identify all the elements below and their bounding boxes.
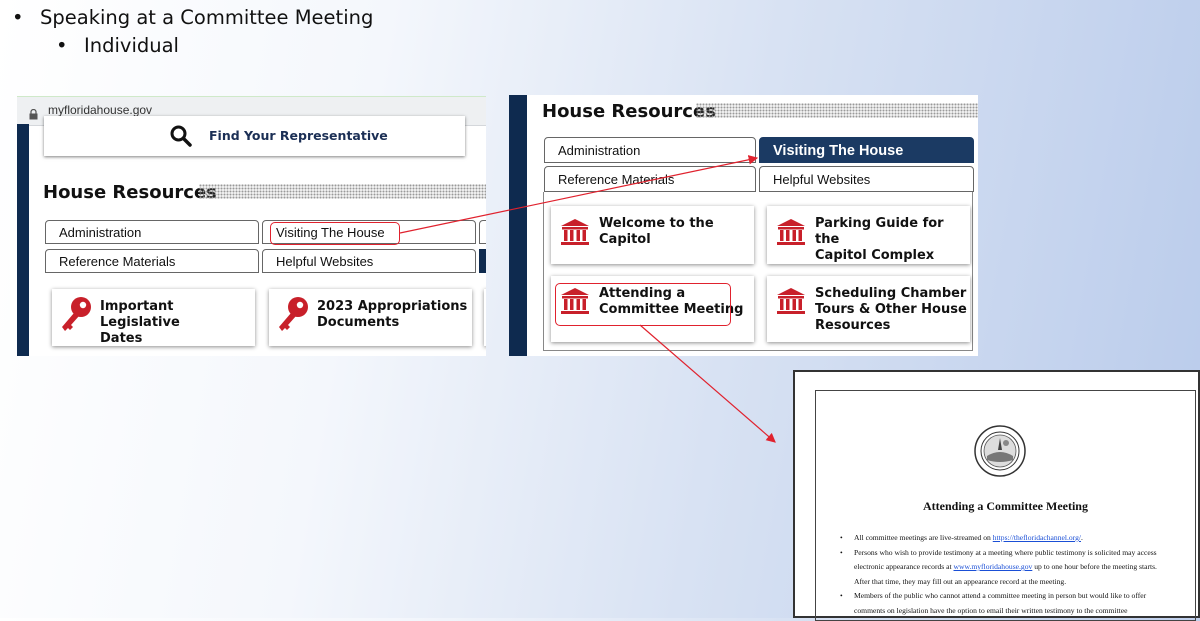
highlight-visiting-the-house	[270, 222, 400, 245]
right-screenshot: House Resources Administration Visiting …	[509, 95, 978, 356]
left-tab-extra-dark	[479, 249, 486, 273]
left-heading: House Resources	[43, 182, 217, 203]
left-tab-extra[interactable]	[479, 220, 486, 244]
lock-icon	[29, 105, 38, 120]
card-label: Parking Guide for the Capitol Complex	[815, 216, 944, 263]
card-parking-guide[interactable]: Parking Guide for the Capitol Complex	[767, 206, 970, 264]
capitol-building-icon	[776, 218, 806, 251]
bullet-speaking-at-committee: • Speaking at a Committee Meeting	[12, 6, 374, 29]
document-item: • All committee meetings are live-streame…	[840, 533, 1083, 542]
url-text: myfloridahouse.gov	[48, 103, 153, 117]
left-tab-helpful-websites[interactable]: Helpful Websites	[262, 249, 476, 273]
card-welcome-to-capitol[interactable]: Welcome to the Capitol	[551, 206, 754, 264]
key-icon	[276, 296, 310, 339]
document-item: • Persons who wish to provide testimony a…	[840, 547, 1157, 586]
card-label: Important Legislative Dates	[100, 299, 180, 346]
document-list: • All committee meetings are live-streame…	[838, 531, 1168, 618]
right-tab-reference-materials[interactable]: Reference Materials	[544, 166, 756, 192]
card-label: 2023 Appropriations Documents	[317, 299, 468, 330]
card-label: Scheduling Chamber Tours & Other House R…	[815, 286, 967, 333]
capitol-building-icon	[776, 287, 806, 320]
right-tab-visiting-the-house[interactable]: Visiting The House	[759, 137, 974, 163]
document-title: Attending a Committee Meeting	[923, 499, 1088, 513]
left-screenshot: myfloridahouse.gov Find Your Representat…	[17, 96, 486, 356]
card-label: Welcome to the Capitol	[599, 216, 714, 247]
capitol-building-icon	[560, 218, 590, 251]
right-tab-helpful-websites[interactable]: Helpful Websites	[759, 166, 974, 192]
right-heading-dots	[696, 103, 978, 118]
document-link[interactable]: https://thefloridachannel.org/	[993, 533, 1081, 542]
card-important-legislative-dates[interactable]: Important Legislative Dates	[52, 289, 255, 346]
key-icon	[59, 296, 93, 339]
find-representative-card[interactable]: Find Your Representative	[44, 116, 465, 156]
bullet-individual: • Individual	[56, 34, 179, 57]
right-tab-administration[interactable]: Administration	[544, 137, 756, 163]
highlight-attending-committee-meeting	[555, 283, 731, 326]
card-partial[interactable]	[484, 289, 486, 346]
search-icon	[169, 124, 193, 153]
card-scheduling-chamber-tours[interactable]: Scheduling Chamber Tours & Other House R…	[767, 276, 970, 342]
left-heading-dots	[199, 184, 486, 199]
document-page: Attending a Committee Meeting • All commi…	[815, 390, 1196, 621]
card-appropriations-documents[interactable]: 2023 Appropriations Documents	[269, 289, 472, 346]
right-navy-bar	[509, 95, 527, 356]
document-item: • Members of the public who cannot attend…	[840, 591, 1147, 615]
left-navy-bar	[17, 124, 29, 356]
left-tab-reference-materials[interactable]: Reference Materials	[45, 249, 259, 273]
right-heading: House Resources	[542, 101, 716, 122]
left-tab-administration[interactable]: Administration	[45, 220, 259, 244]
florida-house-seal	[973, 424, 1027, 482]
find-representative-label: Find Your Representative	[209, 128, 388, 143]
document-preview: Attending a Committee Meeting • All commi…	[793, 370, 1200, 621]
document-link[interactable]: www.myfloridahouse.gov	[954, 562, 1033, 571]
